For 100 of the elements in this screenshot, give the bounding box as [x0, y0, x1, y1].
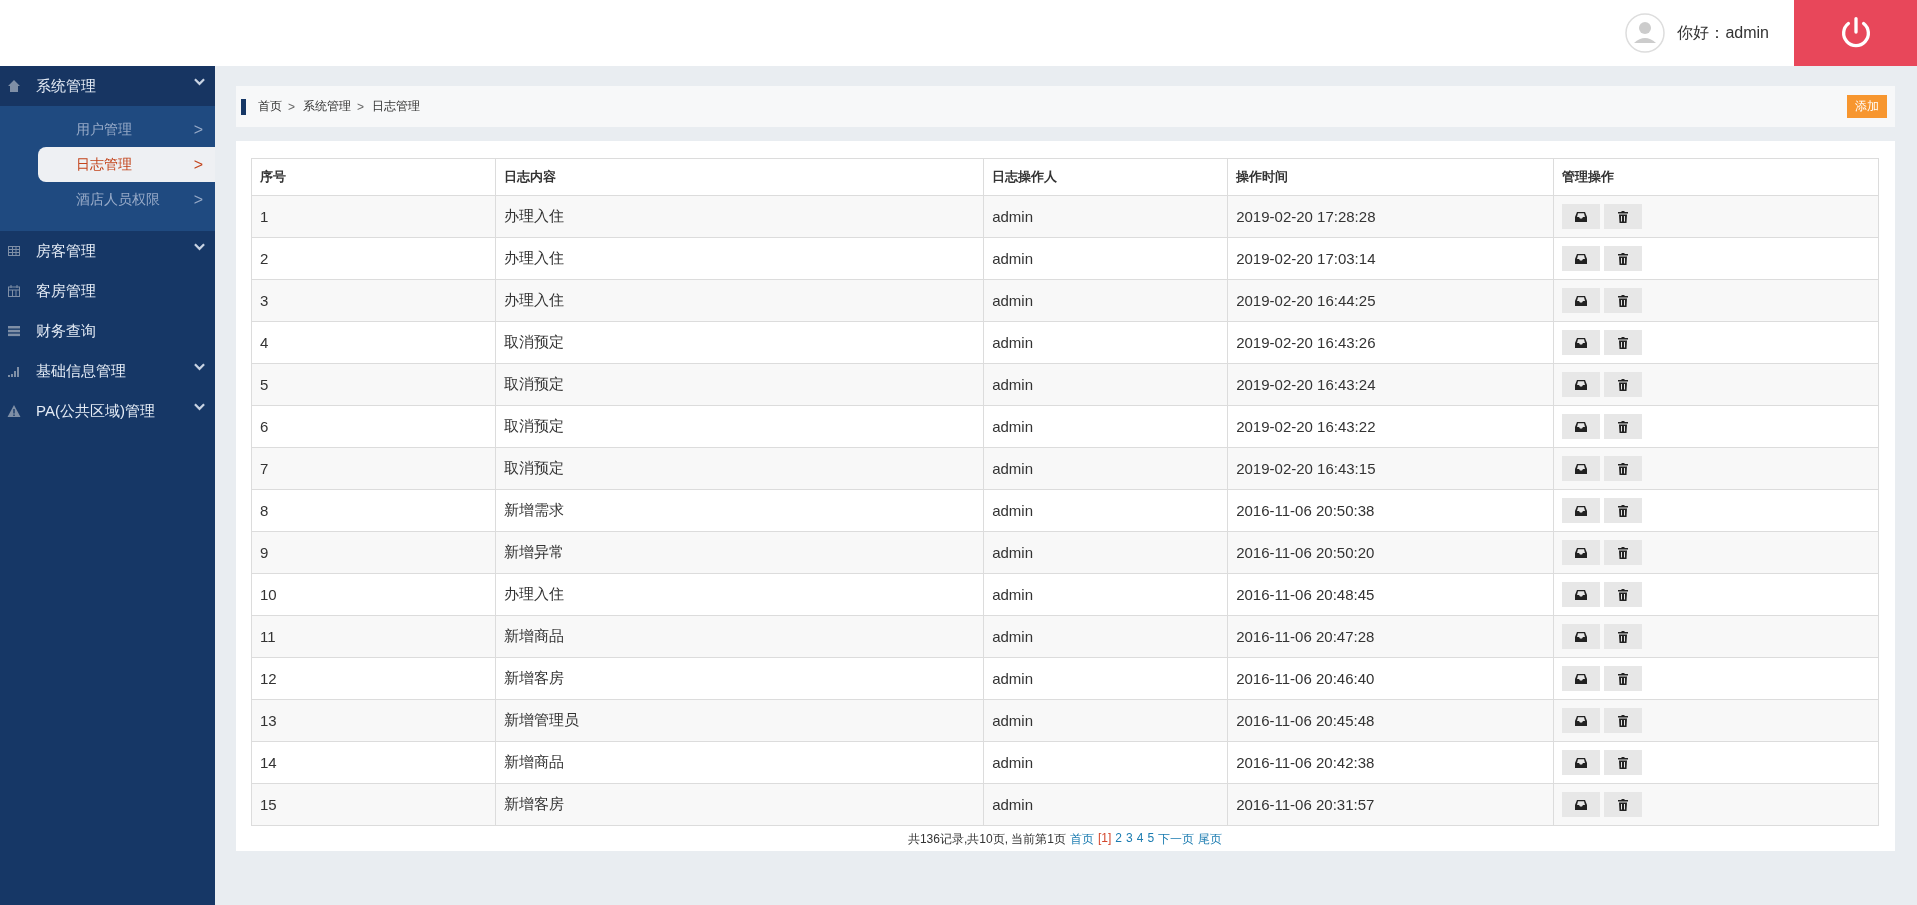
delete-button[interactable] — [1603, 288, 1642, 313]
view-button[interactable] — [1561, 750, 1600, 775]
trash-icon — [1617, 588, 1628, 601]
trash-icon — [1617, 336, 1628, 349]
page-link[interactable]: 首页 — [1069, 831, 1094, 848]
breadcrumb-item[interactable]: 首页 — [258, 98, 282, 115]
view-button[interactable] — [1561, 330, 1600, 355]
delete-button[interactable] — [1603, 246, 1642, 271]
menu-item[interactable]: PA(公共区域)管理 — [0, 391, 215, 431]
delete-button[interactable] — [1603, 582, 1642, 607]
tray-icon — [1574, 421, 1587, 432]
submenu-arrow: > — [193, 120, 203, 139]
trash-icon — [1617, 756, 1628, 769]
column-header: 管理操作 — [1553, 158, 1879, 196]
table-cell: 12 — [251, 657, 496, 700]
view-button[interactable] — [1561, 414, 1600, 439]
view-button[interactable] — [1561, 582, 1600, 607]
submenu-item[interactable]: 日志管理 > — [38, 147, 215, 182]
view-button[interactable] — [1561, 372, 1600, 397]
page-link[interactable]: 尾页 — [1198, 831, 1223, 848]
trash-icon — [1617, 798, 1628, 811]
view-button[interactable] — [1561, 288, 1600, 313]
table-cell: 2019-02-20 16:43:15 — [1227, 447, 1554, 490]
submenu-item[interactable]: 用户管理 > — [38, 112, 215, 147]
trash-icon — [1617, 714, 1628, 727]
page-link[interactable]: [1] — [1097, 831, 1112, 848]
view-button[interactable] — [1561, 666, 1600, 691]
menu-icon — [7, 79, 21, 93]
trash-icon — [1617, 294, 1628, 307]
table-cell: 4 — [251, 321, 496, 364]
page-link[interactable]: 4 — [1136, 831, 1144, 848]
table-cell: admin — [983, 531, 1228, 574]
table-cell: 9 — [251, 531, 496, 574]
tray-icon — [1574, 379, 1587, 390]
table-cell: 2019-02-20 17:03:14 — [1227, 237, 1554, 280]
page-link[interactable]: 2 — [1115, 831, 1122, 848]
delete-button[interactable] — [1603, 666, 1642, 691]
page-link[interactable]: 5 — [1147, 831, 1155, 848]
view-button[interactable] — [1561, 246, 1600, 271]
delete-button[interactable] — [1603, 792, 1642, 817]
table-cell: 14 — [251, 741, 496, 784]
delete-button[interactable] — [1603, 750, 1642, 775]
menu-label: 客房管理 — [36, 281, 96, 301]
view-button[interactable] — [1561, 498, 1600, 523]
tray-icon — [1574, 463, 1587, 474]
menu-item[interactable]: 基础信息管理 — [0, 351, 215, 391]
view-button[interactable] — [1561, 204, 1600, 229]
submenu-item[interactable]: 酒店人员权限 > — [38, 182, 215, 217]
menu-label: 房客管理 — [36, 241, 96, 261]
table-cell: 新增异常 — [495, 531, 984, 574]
table-cell: 2016-11-06 20:47:28 — [1227, 615, 1554, 658]
menu-item[interactable]: 客房管理 — [0, 271, 215, 311]
delete-button[interactable] — [1603, 372, 1642, 397]
trash-icon — [1617, 630, 1628, 643]
table-cell: 3 — [251, 279, 496, 322]
delete-button[interactable] — [1603, 498, 1642, 523]
breadcrumb-item[interactable]: 系统管理 — [303, 98, 351, 115]
delete-button[interactable] — [1603, 624, 1642, 649]
tray-icon — [1574, 673, 1587, 684]
menu-item[interactable]: 财务查询 — [0, 311, 215, 351]
tray-icon — [1574, 505, 1587, 516]
table-cell: admin — [983, 783, 1228, 826]
table-cell: 5 — [251, 363, 496, 406]
delete-button[interactable] — [1603, 330, 1642, 355]
page-link[interactable]: 3 — [1126, 831, 1133, 848]
logout-button[interactable] — [1794, 0, 1917, 66]
tray-icon — [1574, 295, 1587, 306]
page-link[interactable]: 下一页 — [1158, 831, 1195, 848]
table-cell: 11 — [251, 615, 496, 658]
table-cell: 办理入住 — [495, 237, 984, 280]
menu-label: 财务查询 — [36, 321, 96, 341]
view-button[interactable] — [1561, 456, 1600, 481]
view-button[interactable] — [1561, 624, 1600, 649]
breadcrumb-item[interactable]: 日志管理 — [372, 98, 421, 115]
delete-button[interactable] — [1603, 456, 1642, 481]
menu-item[interactable]: 系统管理 — [0, 66, 215, 106]
breadcrumb-marker — [241, 98, 246, 115]
trash-icon — [1617, 420, 1628, 433]
table-cell: admin — [983, 573, 1228, 616]
table-cell: admin — [983, 195, 1228, 238]
menu-item[interactable]: 房客管理 — [0, 231, 215, 271]
table-cell: 新增商品 — [495, 615, 984, 658]
submenu-arrow: > — [193, 155, 203, 174]
table-cell: admin — [983, 237, 1228, 280]
delete-button[interactable] — [1603, 708, 1642, 733]
delete-button[interactable] — [1603, 204, 1642, 229]
delete-button[interactable] — [1603, 540, 1642, 565]
table-cell: 2016-11-06 20:46:40 — [1227, 657, 1554, 700]
trash-icon — [1617, 252, 1628, 265]
view-button[interactable] — [1561, 708, 1600, 733]
menu-icon — [7, 404, 21, 418]
view-button[interactable] — [1561, 540, 1600, 565]
tray-icon — [1574, 547, 1587, 558]
table-cell: 取消预定 — [495, 405, 984, 448]
view-button[interactable] — [1561, 792, 1600, 817]
table-cell: 取消预定 — [495, 447, 984, 490]
table-cell: 2019-02-20 17:28:28 — [1227, 195, 1554, 238]
avatar-icon — [1625, 13, 1666, 53]
menu-label: 基础信息管理 — [36, 361, 126, 381]
delete-button[interactable] — [1603, 414, 1642, 439]
